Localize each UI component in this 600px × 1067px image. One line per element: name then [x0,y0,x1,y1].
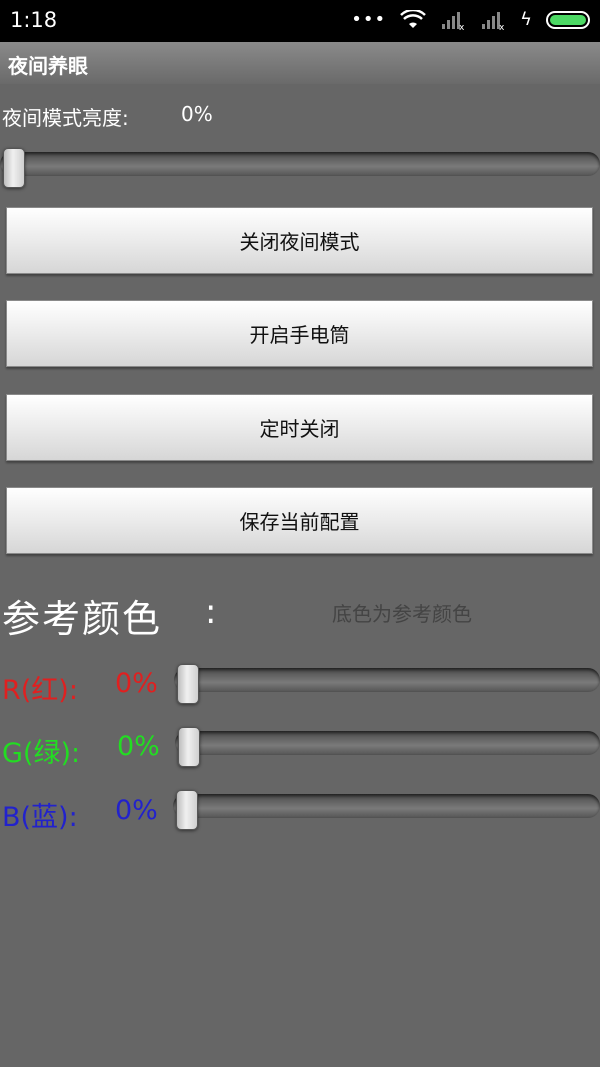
slider-track [175,731,600,755]
brightness-label: 夜间模式亮度: [2,106,129,130]
slider-thumb[interactable] [176,790,198,830]
app-title: 夜间养眼 [8,54,88,78]
reference-colon: : [205,592,217,632]
battery-icon [546,10,590,29]
svg-text:x: x [459,23,465,30]
title-bar: 夜间养眼 [0,42,600,84]
slider-thumb[interactable] [178,727,200,767]
reference-color-title: 参考颜色 [2,597,163,641]
signal-icon-2: x [482,11,505,30]
green-label: G(绿): [2,738,81,769]
ellipsis-icon: ••• [351,9,387,30]
timer-off-button[interactable]: 定时关闭 [6,394,593,461]
reference-note: 底色为参考颜色 [332,602,472,626]
svg-text:x: x [499,23,505,30]
red-slider[interactable] [174,664,600,704]
flashlight-on-button[interactable]: 开启手电筒 [6,300,593,367]
status-bar: 1:18 ••• x x ϟ [0,0,600,42]
slider-track [0,152,600,176]
red-value: 0% [115,668,158,699]
green-value: 0% [117,731,160,762]
slider-track [174,668,600,692]
status-icons: ••• x x ϟ [351,9,590,30]
slider-thumb[interactable] [177,664,199,704]
red-label: R(红): [2,675,78,706]
slider-thumb[interactable] [3,148,25,188]
status-time: 1:18 [10,8,58,32]
wifi-icon [400,9,427,28]
blue-slider[interactable] [173,790,600,830]
night-mode-off-button[interactable]: 关闭夜间模式 [6,207,593,274]
signal-icon: x [442,11,465,30]
brightness-slider[interactable] [0,148,600,188]
save-config-button[interactable]: 保存当前配置 [6,487,593,554]
blue-value: 0% [115,795,158,826]
slider-track [173,794,600,818]
charging-icon: ϟ [520,9,532,30]
blue-label: B(蓝): [2,802,78,833]
brightness-value: 0% [181,102,213,126]
green-slider[interactable] [175,727,600,767]
